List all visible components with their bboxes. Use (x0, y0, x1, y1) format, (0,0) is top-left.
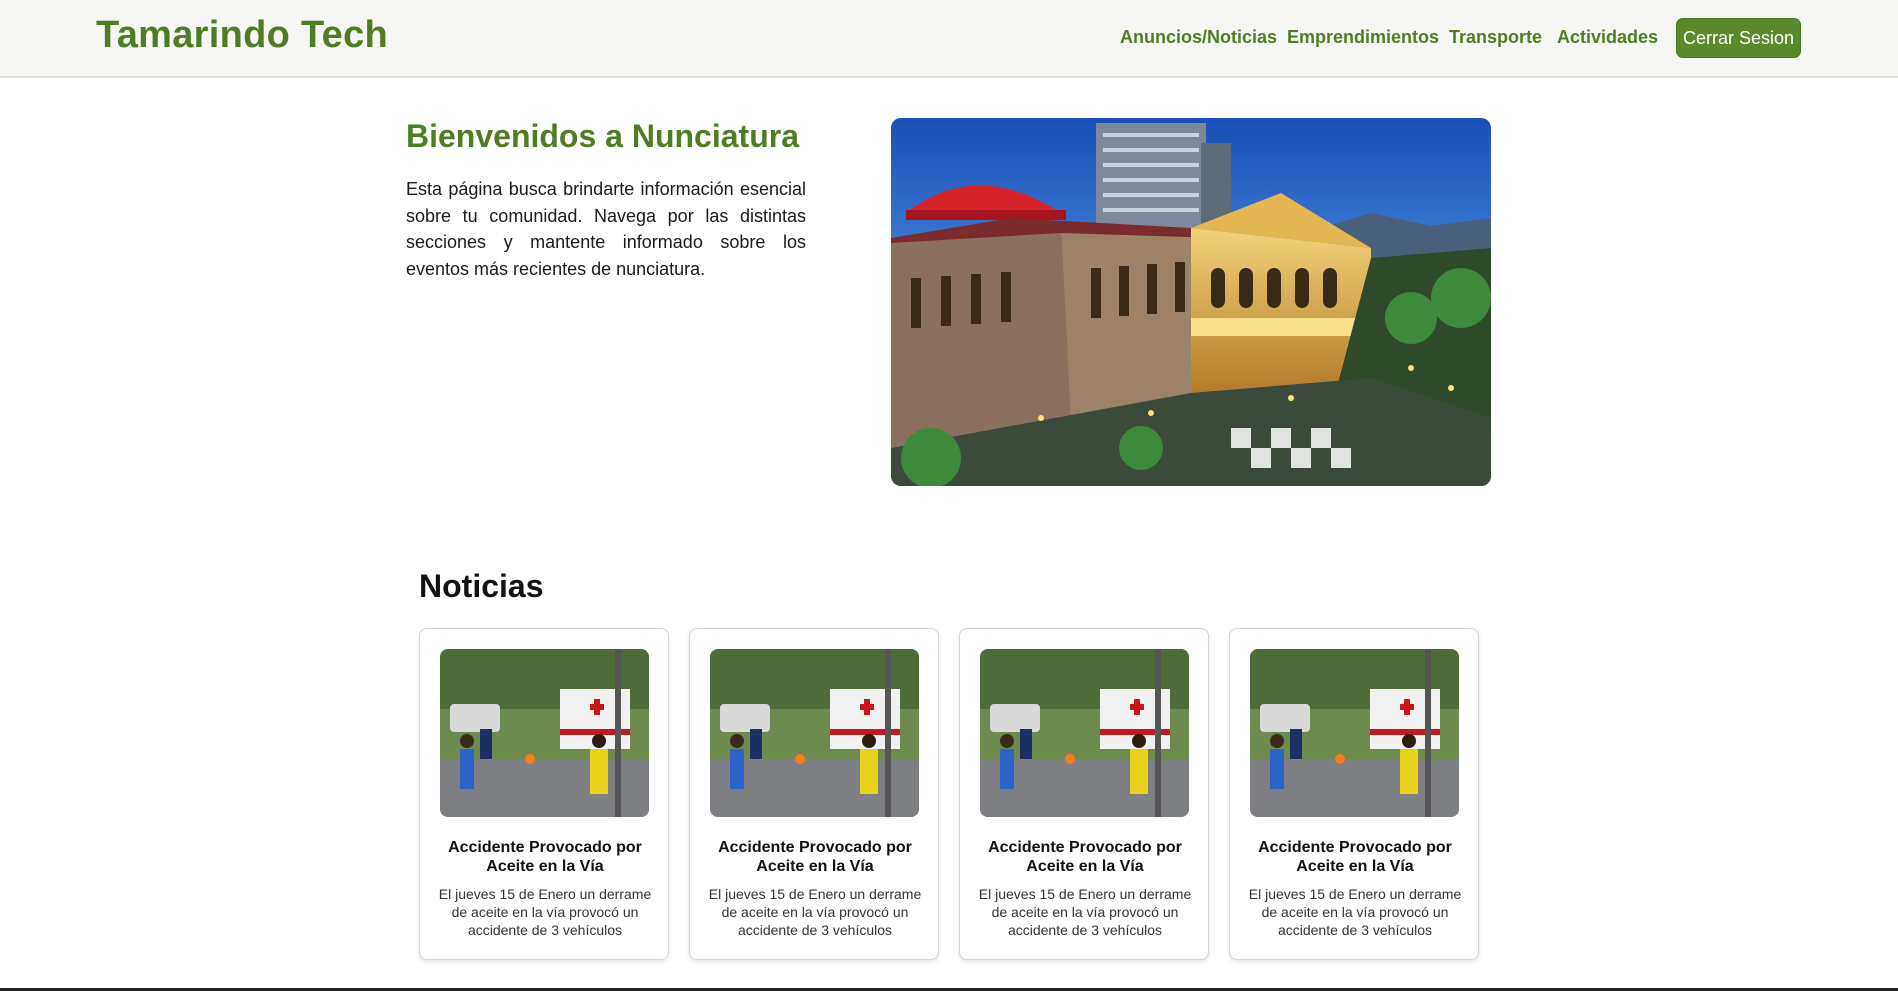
hero-title: Bienvenidos a Nunciatura (406, 118, 799, 154)
news-card[interactable]: Accidente Provocado por Aceite en la Vía… (689, 628, 939, 960)
news-card-title[interactable]: Accidente Provocado por Aceite en la Vía (970, 838, 1200, 876)
nav-links: Anuncios/Noticias Emprendimientos Transp… (0, 0, 1898, 78)
accident-photo (1250, 649, 1459, 817)
nav-link-anuncios[interactable]: Anuncios/Noticias (1120, 27, 1277, 48)
news-card[interactable]: Accidente Provocado por Aceite en la Vía… (1229, 628, 1479, 960)
accident-photo (440, 649, 649, 817)
news-card-text: El jueves 15 de Enero un derrame de acei… (708, 886, 922, 938)
news-card-title[interactable]: Accidente Provocado por Aceite en la Vía (700, 838, 930, 876)
news-card-title[interactable]: Accidente Provocado por Aceite en la Vía (430, 838, 660, 876)
nav-link-actividades[interactable]: Actividades (1557, 27, 1658, 48)
accident-photo (710, 649, 919, 817)
news-card[interactable]: Accidente Provocado por Aceite en la Vía… (419, 628, 669, 960)
news-card-text: El jueves 15 de Enero un derrame de acei… (438, 886, 652, 938)
navbar: Tamarindo Tech Anuncios/Noticias Emprend… (0, 0, 1898, 78)
accident-photo (980, 649, 1189, 817)
news-card-title[interactable]: Accidente Provocado por Aceite en la Vía (1240, 838, 1470, 876)
news-card-text: El jueves 15 de Enero un derrame de acei… (1248, 886, 1462, 938)
nav-link-emprendimientos[interactable]: Emprendimientos (1287, 27, 1439, 48)
hero-description: Esta página busca brindarte información … (406, 179, 806, 279)
nav-link-transporte[interactable]: Transporte (1449, 27, 1542, 48)
news-card-text: El jueves 15 de Enero un derrame de acei… (978, 886, 1192, 938)
national-theatre-photo (891, 118, 1491, 486)
news-section-title: Noticias (419, 568, 544, 604)
news-card[interactable]: Accidente Provocado por Aceite en la Vía… (959, 628, 1209, 960)
logout-button[interactable]: Cerrar Sesion (1676, 18, 1801, 58)
